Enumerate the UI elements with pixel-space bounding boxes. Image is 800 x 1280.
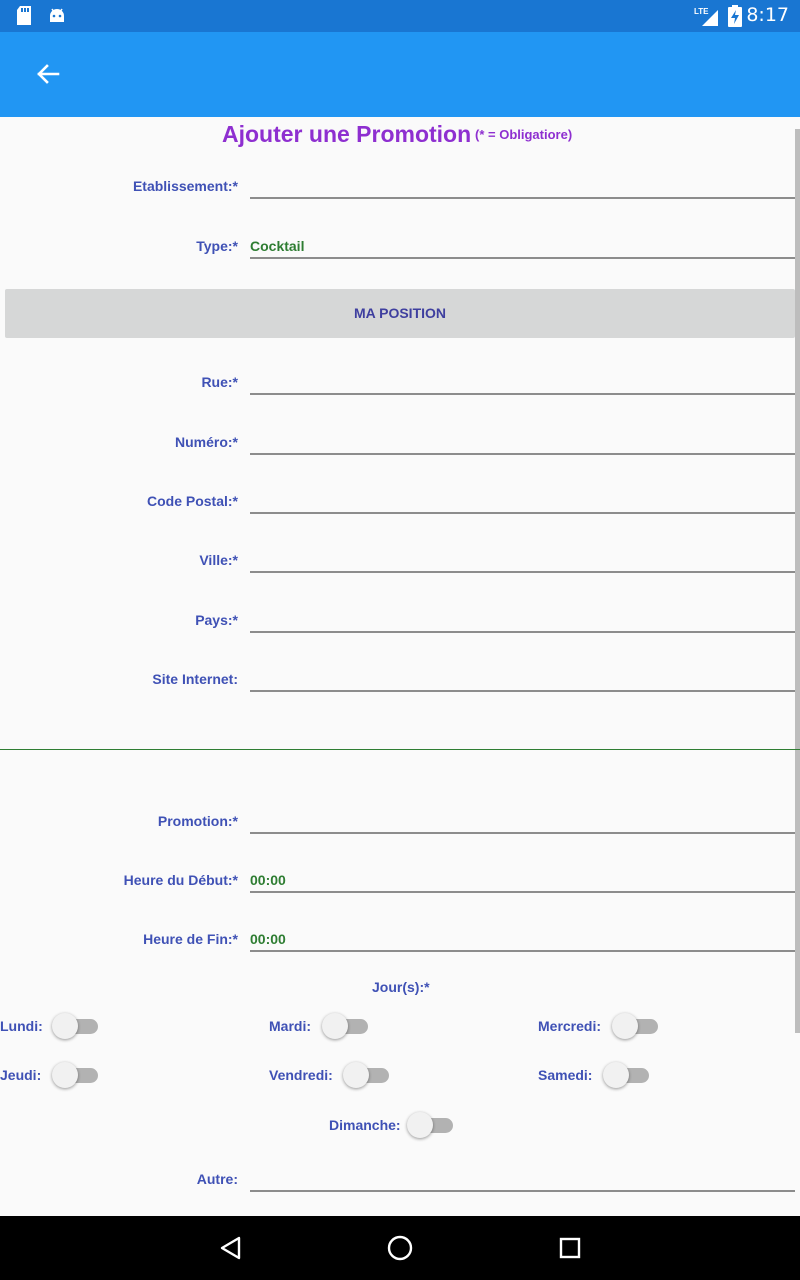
numero-input[interactable] <box>250 421 795 455</box>
dimanche-switch[interactable] <box>407 1110 455 1140</box>
ma-position-button[interactable]: MA POSITION <box>5 289 795 338</box>
type-picker[interactable]: Cocktail <box>250 225 795 259</box>
heure-debut-label: Heure du Début:* <box>123 872 238 888</box>
promotion-input[interactable] <box>250 800 795 834</box>
section-divider <box>0 749 800 750</box>
clock: 8:17 <box>746 4 789 26</box>
android-icon <box>50 8 64 22</box>
nav-home-button[interactable] <box>382 1230 418 1266</box>
form-content[interactable]: Ajouter une Promotion (* = Obligatiore) … <box>0 117 800 1216</box>
ville-input[interactable] <box>250 539 795 573</box>
pays-label: Pays:* <box>195 612 238 628</box>
etablissement-label: Etablissement:* <box>132 178 238 194</box>
jeudi-label: Jeudi: <box>0 1067 42 1083</box>
autre-label: Autre: <box>196 1171 238 1187</box>
network-type: LTE <box>694 7 709 16</box>
heure-debut-value: 00:00 <box>250 872 286 888</box>
autre-input[interactable] <box>250 1158 795 1192</box>
ville-label: Ville:* <box>199 552 238 568</box>
mardi-switch[interactable] <box>322 1011 370 1041</box>
heure-fin-picker[interactable]: 00:00 <box>250 918 795 952</box>
page-title: Ajouter une Promotion <box>222 121 472 147</box>
jours-label: Jour(s):* <box>372 979 430 995</box>
vendredi-label: Vendredi: <box>269 1067 333 1083</box>
recents-square-icon <box>559 1237 581 1259</box>
dimanche-label: Dimanche: <box>329 1117 401 1133</box>
rue-label: Rue:* <box>201 374 238 390</box>
promotion-label: Promotion:* <box>157 813 238 829</box>
mercredi-label: Mercredi: <box>538 1018 602 1034</box>
samedi-label: Samedi: <box>538 1067 593 1083</box>
lundi-switch[interactable] <box>52 1011 100 1041</box>
navigation-bar <box>0 1216 800 1280</box>
sd-card-icon <box>17 6 31 25</box>
heure-debut-picker[interactable]: 00:00 <box>250 859 795 893</box>
heure-fin-label: Heure de Fin:* <box>143 931 238 947</box>
lte-signal-icon: LTE <box>694 7 718 26</box>
arrow-left-icon <box>37 64 60 84</box>
status-bar: LTE 8:17 <box>0 0 800 32</box>
rue-input[interactable] <box>250 361 795 395</box>
required-note: (* = Obligatiore) <box>475 127 573 142</box>
home-circle-icon <box>387 1235 413 1261</box>
app-bar <box>0 32 800 117</box>
scrollbar[interactable] <box>795 129 800 1033</box>
back-triangle-icon <box>220 1236 241 1260</box>
jeudi-switch[interactable] <box>52 1060 100 1090</box>
mardi-label: Mardi: <box>269 1018 311 1034</box>
battery-charging-icon <box>728 5 742 27</box>
nav-back-button[interactable] <box>212 1230 248 1266</box>
numero-label: Numéro:* <box>174 434 238 450</box>
etablissement-input[interactable] <box>250 165 795 199</box>
type-label: Type:* <box>196 238 238 254</box>
samedi-switch[interactable] <box>603 1060 651 1090</box>
code-postal-label: Code Postal:* <box>146 493 238 509</box>
site-internet-label: Site Internet: <box>152 671 238 687</box>
vendredi-switch[interactable] <box>343 1060 391 1090</box>
lundi-label: Lundi: <box>0 1018 43 1034</box>
mercredi-switch[interactable] <box>612 1011 660 1041</box>
type-value: Cocktail <box>250 238 305 254</box>
nav-recents-button[interactable] <box>552 1230 588 1266</box>
code-postal-input[interactable] <box>250 480 795 514</box>
back-button[interactable] <box>28 54 68 94</box>
site-internet-input[interactable] <box>250 658 795 692</box>
heure-fin-value: 00:00 <box>250 931 286 947</box>
pays-input[interactable] <box>250 599 795 633</box>
